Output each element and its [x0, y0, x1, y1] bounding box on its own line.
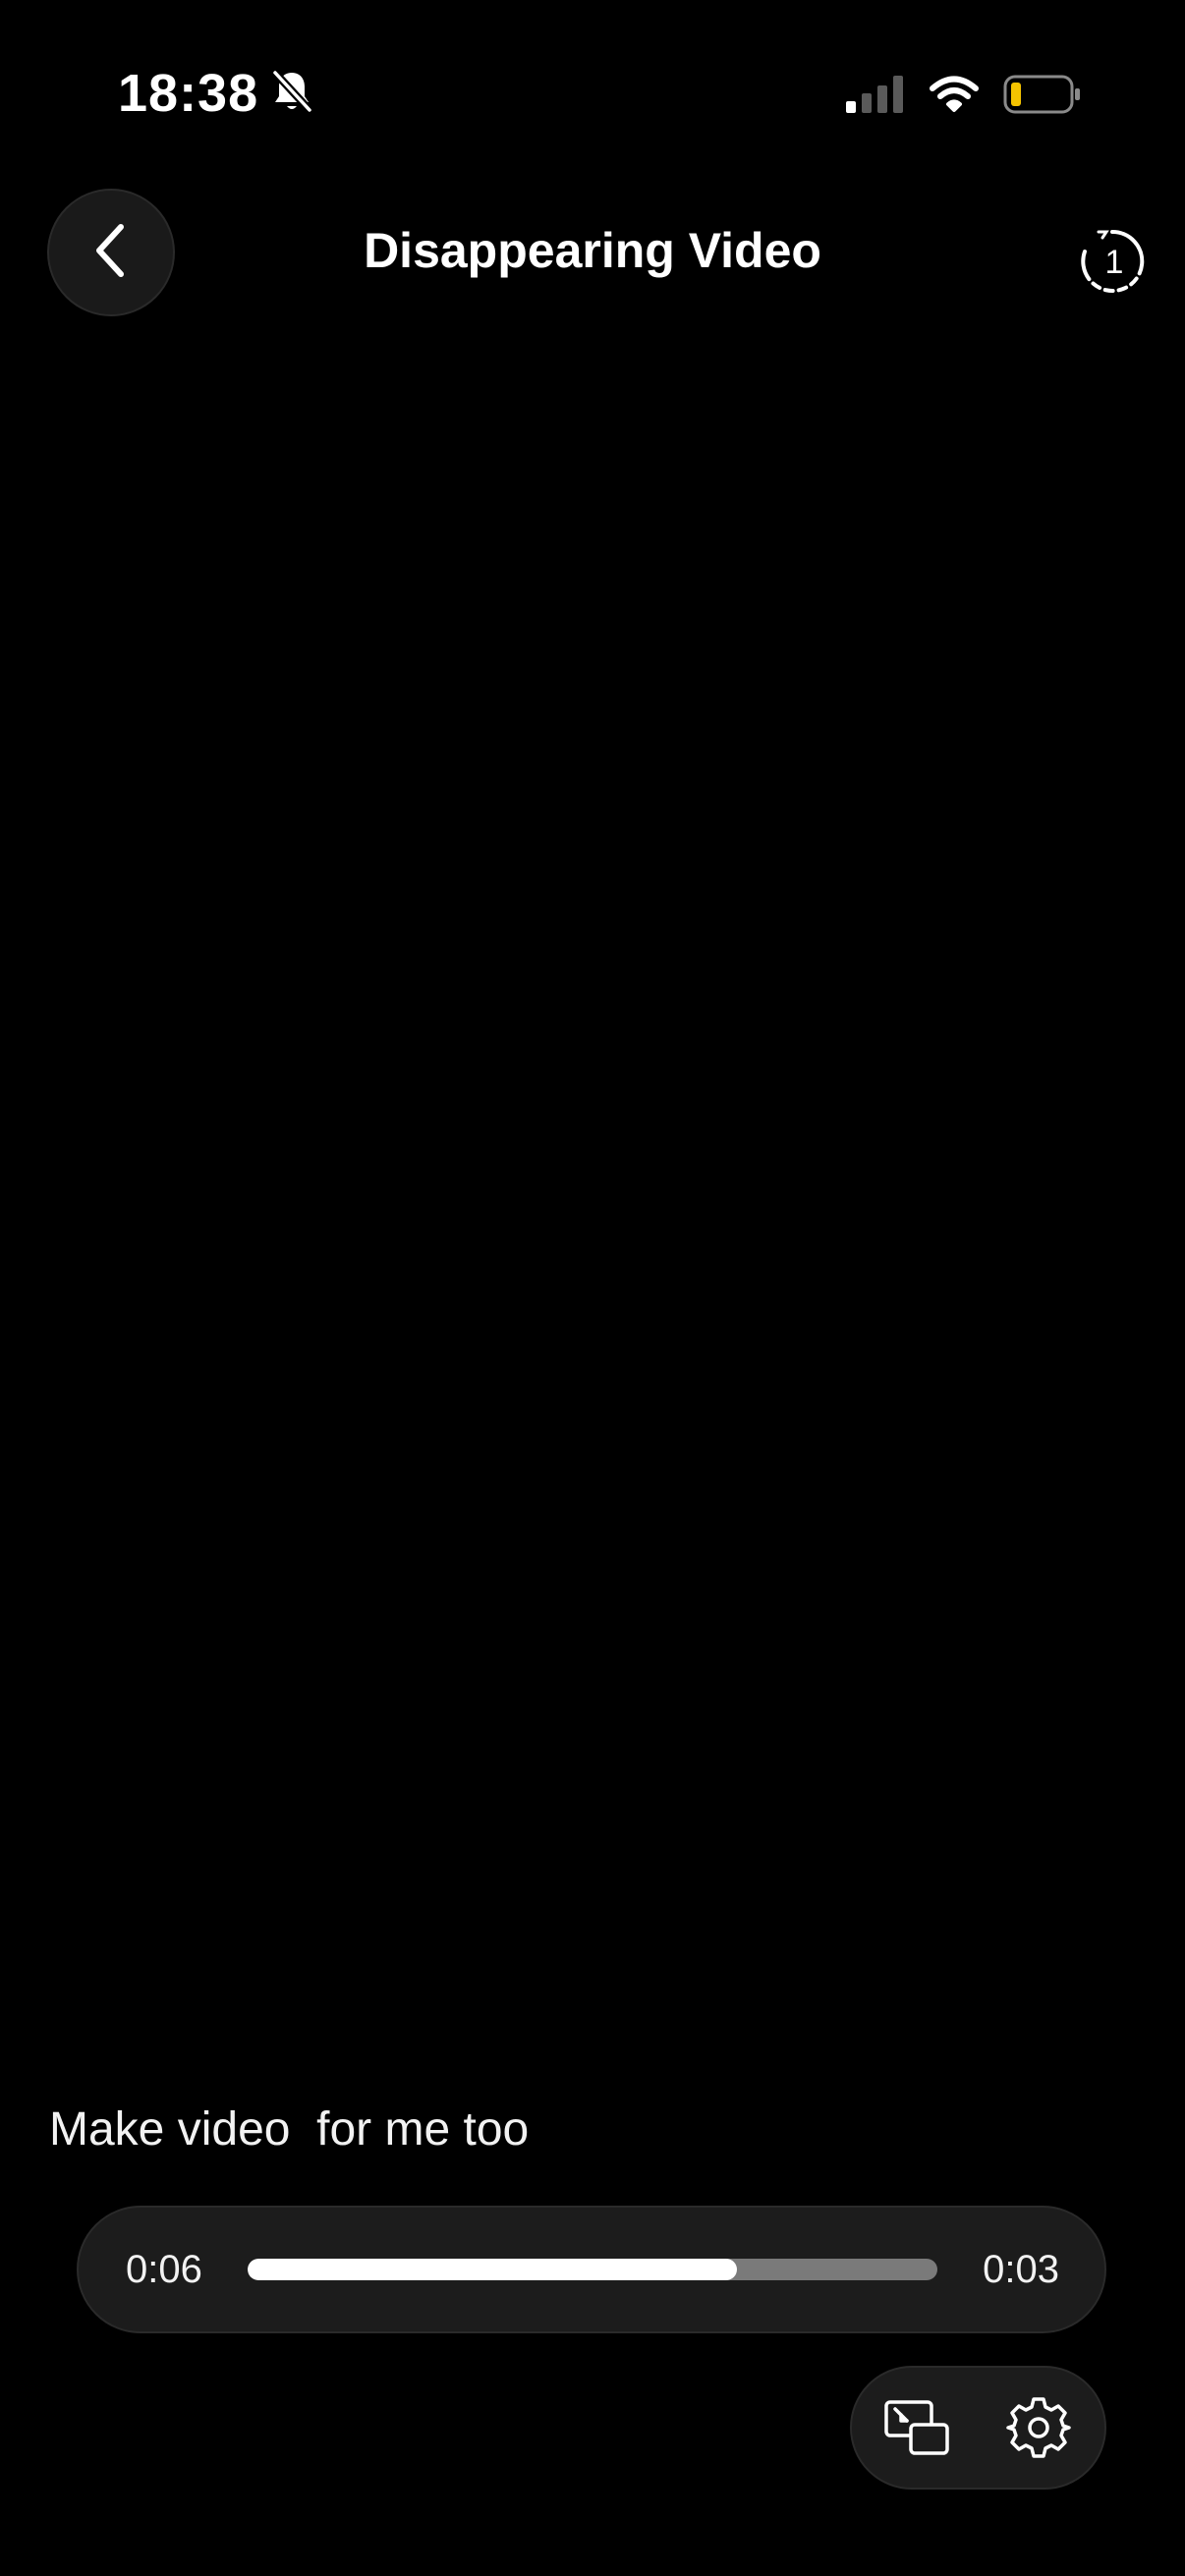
picture-in-picture-icon [884, 2400, 949, 2455]
view-once-button[interactable]: 1 [1077, 226, 1148, 297]
status-bar: 18:38 [0, 0, 1185, 187]
battery-low-icon [1003, 75, 1082, 119]
bell-slash-icon [270, 68, 314, 119]
settings-button[interactable] [999, 2388, 1078, 2467]
video-caption: Make video for me too [49, 2103, 530, 2156]
progress-fill [248, 2259, 738, 2280]
status-time: 18:38 [118, 64, 259, 123]
cellular-signal-icon [846, 76, 905, 118]
video-controls [850, 2366, 1106, 2490]
wifi-icon [929, 76, 980, 118]
status-time-group: 18:38 [118, 63, 314, 124]
elapsed-time: 0:06 [126, 2248, 202, 2291]
page-title: Disappearing Video [364, 223, 821, 278]
status-indicators [846, 75, 1082, 119]
view-once-count: 1 [1105, 244, 1124, 281]
video-player[interactable] [0, 334, 1185, 2083]
playback-bar: 0:06 0:03 [77, 2206, 1106, 2333]
gear-icon [1006, 2397, 1071, 2458]
view-once-icon: 1 [1081, 229, 1145, 293]
remaining-time: 0:03 [983, 2248, 1059, 2291]
progress-slider[interactable] [248, 2259, 937, 2280]
picture-in-picture-button[interactable] [877, 2388, 956, 2467]
